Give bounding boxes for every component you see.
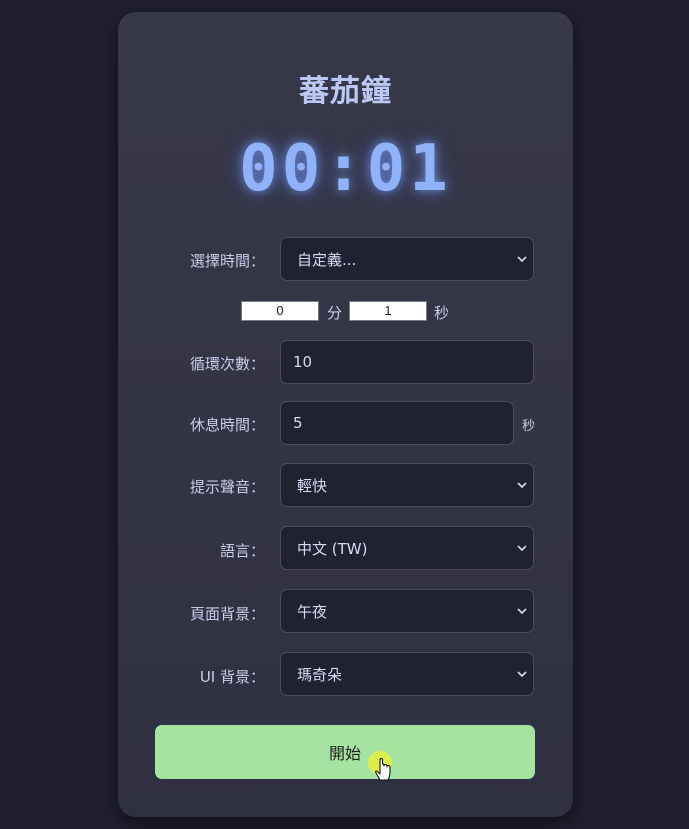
language-select[interactable]: 中文 (TW) [280, 526, 534, 570]
rest-unit-label: 秒 [522, 419, 536, 434]
start-button-label: 開始 [328, 744, 361, 763]
chevron-down-icon [517, 608, 527, 615]
hand-pointer-icon [368, 751, 392, 781]
cycles-value: 10 [293, 353, 313, 371]
rest-label: 休息時間： [189, 416, 265, 434]
page-bg-label: 頁面背景： [189, 605, 265, 623]
timer-display: 00:01 [239, 132, 452, 206]
chevron-down-icon [517, 482, 527, 489]
cycles-label: 循環次數： [189, 355, 265, 373]
chevron-down-icon [517, 671, 527, 678]
time-select-label: 選擇時間： [189, 252, 265, 270]
language-select-value: 中文 (TW) [297, 539, 368, 558]
time-select-value: 自定義... [297, 250, 357, 269]
minutes-unit-label: 分 [327, 304, 343, 322]
ui-bg-select[interactable]: 瑪奇朵 [280, 652, 534, 696]
rest-input[interactable]: 5 [280, 401, 514, 445]
rest-value: 5 [293, 414, 303, 432]
cycles-input[interactable]: 10 [280, 340, 534, 384]
chevron-down-icon [517, 256, 527, 263]
page-bg-select-value: 午夜 [297, 602, 328, 621]
app-title: 蕃茄鐘 [299, 74, 392, 109]
seconds-unit-label: 秒 [434, 304, 450, 322]
ui-bg-label: UI 背景： [199, 668, 265, 686]
language-label: 語言： [219, 542, 265, 560]
time-select[interactable]: 自定義... [280, 237, 534, 281]
page-bg-select[interactable]: 午夜 [280, 589, 534, 633]
start-button[interactable]: 開始 [155, 725, 535, 779]
sound-label: 提示聲音： [189, 478, 265, 496]
chevron-down-icon [517, 545, 527, 552]
ui-bg-select-value: 瑪奇朵 [297, 665, 343, 684]
sound-select[interactable]: 輕快 [280, 463, 534, 507]
minutes-input[interactable]: 0 [241, 301, 319, 321]
seconds-input[interactable]: 1 [349, 301, 427, 321]
sound-select-value: 輕快 [297, 476, 328, 495]
pomodoro-card: 蕃茄鐘 00:01 選擇時間： 自定義... 0 分 1 秒 循環次數： 10 … [118, 12, 573, 817]
